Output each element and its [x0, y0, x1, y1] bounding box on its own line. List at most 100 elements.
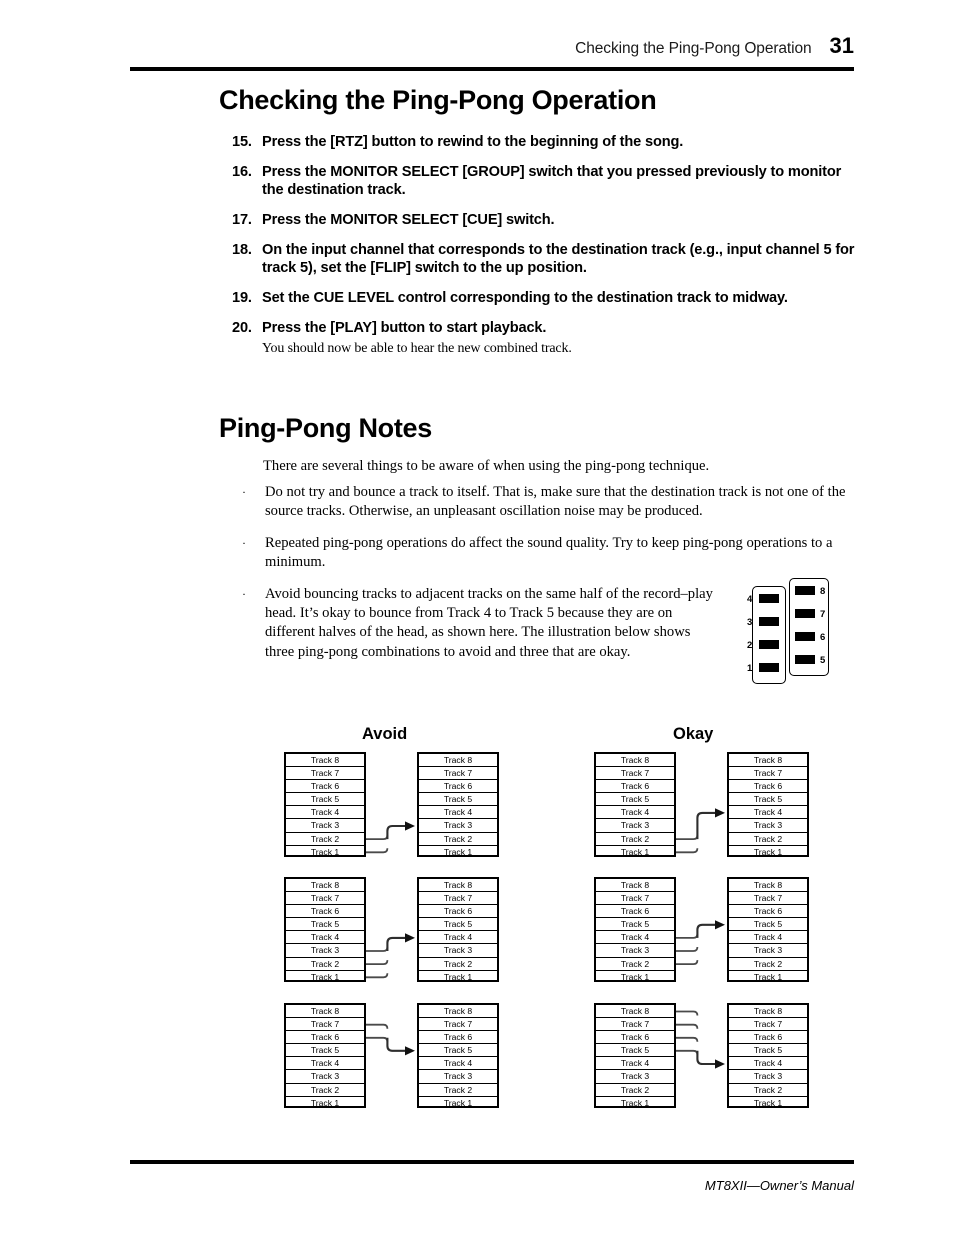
track-row: Track 1 [443, 846, 473, 857]
diagram-title-okay: Okay [673, 725, 714, 743]
track-row: Track 5 [286, 793, 364, 807]
step-text: On the input channel that corresponds to… [262, 241, 855, 277]
track-row: Track 7 [729, 1018, 807, 1032]
bullet-marker-icon: · [242, 485, 246, 499]
track-row: Track 1 [753, 846, 783, 857]
track-row: Track 3 [596, 819, 674, 833]
arrow-head-icon [405, 933, 415, 943]
step-item: 19. Set the CUE LEVEL control correspond… [232, 289, 862, 308]
head-label-4: 4 [747, 594, 753, 605]
destination-track-box: Track 8 Track 7 Track 6 Track 5 Track 4 Track… [727, 752, 809, 857]
track-row: Track 2 [419, 833, 497, 846]
head-label-7: 7 [820, 609, 826, 620]
step-item: 16. Press the MONITOR SELECT [GROUP] swi… [232, 163, 862, 200]
step-text-main: Press the [PLAY] button to start playbac… [262, 319, 547, 336]
head-label-1: 1 [747, 663, 753, 674]
head-segment-track-1 [759, 663, 779, 672]
step-item: 15. Press the [RTZ] button to rewind to … [232, 133, 862, 152]
track-row: Track 2 [419, 1084, 497, 1097]
track-row: Track 8 [596, 1005, 674, 1019]
head-label-8: 8 [820, 586, 826, 597]
section-title-ping-pong-notes: Ping-Pong Notes [219, 413, 432, 443]
track-row: Track 3 [596, 944, 674, 958]
source-track-box: Track 8 Track 7 Track 6 Track 5 Track 4 Track… [284, 1003, 366, 1108]
track-row: Track 7 [286, 892, 364, 906]
bounce-connector-avoid [366, 933, 415, 979]
arrow-head-icon [405, 1046, 415, 1056]
track-row: Track 6 [286, 780, 364, 794]
head-label-6: 6 [820, 632, 826, 643]
track-row: Track 5 [286, 1044, 364, 1058]
notes-intro-paragraph: There are several things to be aware of … [263, 458, 710, 474]
list-item: · Do not try and bounce a track to itsel… [240, 483, 860, 522]
track-row: Track 5 [286, 918, 364, 932]
track-row: Track 3 [419, 944, 497, 958]
source-track-box: Track 8 Track 7 Track 6 Track 5 Track 4 Track… [594, 1003, 676, 1108]
track-row: Track 2 [596, 1084, 674, 1097]
bounce-connector-okay [676, 808, 725, 854]
step-number: 17. [232, 212, 252, 229]
track-row: Track 8 [419, 879, 497, 893]
track-row: Track 7 [419, 892, 497, 906]
track-row: Track 4 [419, 931, 497, 945]
track-row: Track 6 [286, 1031, 364, 1045]
track-row: Track 3 [729, 1070, 807, 1084]
header-rule [130, 67, 854, 71]
track-row: Track 3 [419, 819, 497, 833]
step-number: 16. [232, 163, 252, 180]
track-row: Track 5 [419, 1044, 497, 1058]
destination-track-box: Track 8 Track 7 Track 6 Track 5 Track 4 Track… [727, 1003, 809, 1108]
track-row: Track 2 [596, 958, 674, 971]
footer-text: MT8XII—Owner’s Manual [704, 1178, 854, 1193]
list-item-text: Do not try and bounce a track to itself.… [265, 484, 846, 520]
track-row: Track 1 [310, 846, 340, 857]
track-row: Track 4 [419, 1057, 497, 1071]
track-row: Track 2 [729, 833, 807, 846]
track-row: Track 3 [729, 819, 807, 833]
track-row: Track 6 [596, 780, 674, 794]
track-row: Track 3 [729, 944, 807, 958]
step-text: Press the [RTZ] button to rewind to the … [262, 134, 684, 150]
track-row: Track 4 [729, 1057, 807, 1071]
track-row: Track 6 [729, 780, 807, 794]
destination-track-box: Track 8 Track 7 Track 6 Track 5 Track 4 Track… [417, 1003, 499, 1108]
diagram-title-avoid: Avoid [362, 725, 408, 743]
step-text: Press the [PLAY] button to start playbac… [262, 319, 862, 359]
track-row: Track 5 [419, 918, 497, 932]
track-row: Track 1 [620, 1097, 650, 1108]
track-row: Track 2 [286, 958, 364, 971]
step-number: 19. [232, 290, 252, 307]
bullet-marker-icon: · [242, 586, 246, 601]
document-page: Checking the Ping-Pong Operation 31 Chec… [0, 0, 954, 1235]
track-row: Track 6 [419, 780, 497, 794]
track-row: Track 5 [729, 1044, 807, 1058]
arrow-head-icon [715, 1059, 725, 1069]
head-segment-track-6 [795, 632, 815, 641]
track-row: Track 1 [620, 971, 650, 982]
track-row: Track 1 [753, 1097, 783, 1108]
track-row: Track 4 [729, 806, 807, 820]
track-row: Track 8 [286, 754, 364, 768]
track-row: Track 6 [729, 905, 807, 919]
list-item: · Repeated ping-pong operations do affec… [240, 534, 860, 573]
track-row: Track 6 [596, 905, 674, 919]
track-row: Track 8 [729, 879, 807, 893]
arrow-head-icon [715, 920, 725, 930]
arrow-head-icon [405, 821, 415, 831]
track-row: Track 2 [729, 1084, 807, 1097]
track-row: Track 4 [286, 806, 364, 820]
track-row: Track 2 [596, 833, 674, 846]
track-row: Track 1 [753, 971, 783, 982]
track-row: Track 7 [419, 1018, 497, 1032]
track-row: Track 5 [596, 793, 674, 807]
track-row: Track 1 [310, 971, 340, 982]
track-row: Track 3 [419, 1070, 497, 1084]
list-item-text: Avoid bouncing tracks to adjacent tracks… [265, 585, 713, 660]
track-row: Track 4 [596, 1057, 674, 1071]
track-row: Track 3 [286, 944, 364, 958]
track-row: Track 4 [286, 1057, 364, 1071]
track-row: Track 2 [729, 958, 807, 971]
step-number: 18. [232, 241, 252, 258]
record-play-head-diagram: 4 3 2 1 8 7 6 5 [747, 578, 833, 684]
track-row: Track 6 [419, 905, 497, 919]
